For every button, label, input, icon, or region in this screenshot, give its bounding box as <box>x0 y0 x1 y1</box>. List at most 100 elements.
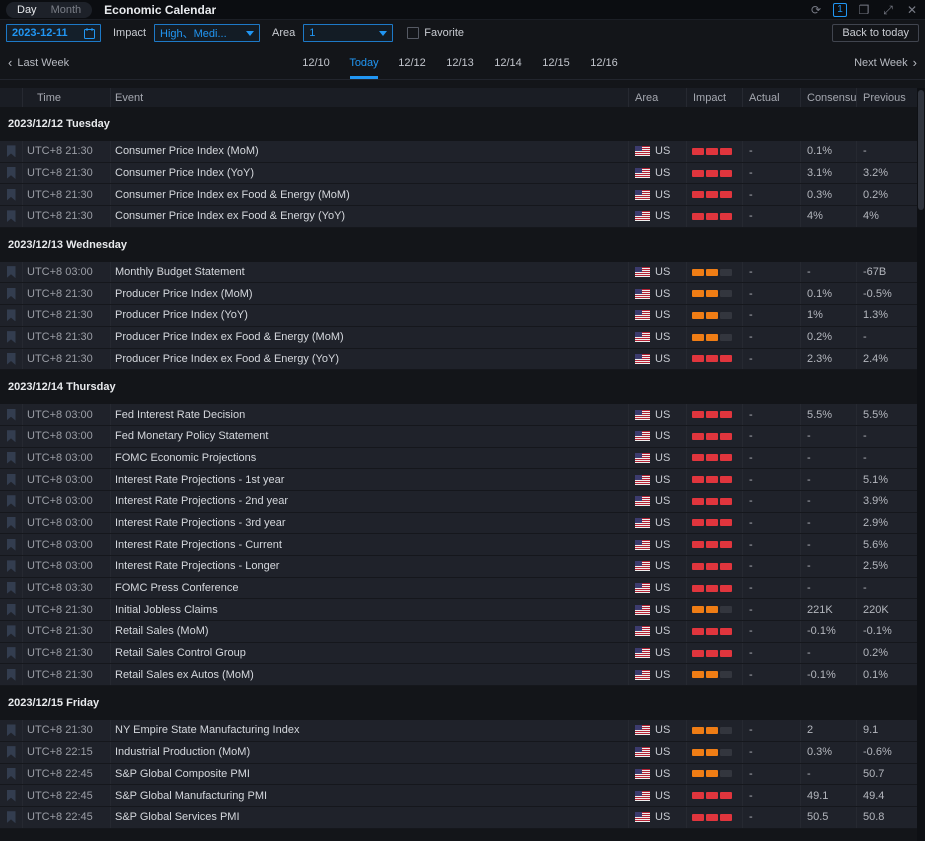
week-day-tab-today[interactable]: Today <box>340 46 388 79</box>
previous-value: 0.2% <box>856 184 917 206</box>
event-row: UTC+8 21:30 Producer Price Index (YoY) US -… <box>0 305 917 327</box>
impact-bar <box>720 606 732 614</box>
impact-indicator-high <box>686 206 742 227</box>
scrollbar-thumb[interactable] <box>918 90 924 210</box>
event-time: UTC+8 21:30 <box>22 599 110 621</box>
scrollbar-track[interactable] <box>917 88 925 841</box>
bookmark-icon[interactable] <box>6 331 16 344</box>
column-header-pin <box>0 88 22 107</box>
duplicate-icon[interactable]: ❐ <box>857 3 871 17</box>
impact-indicator-high <box>686 348 742 370</box>
impact-bar <box>692 748 704 756</box>
bookmark-icon[interactable] <box>6 767 16 780</box>
bookmark-icon[interactable] <box>6 625 16 638</box>
pin-cell <box>0 349 22 370</box>
impact-bar <box>692 519 704 527</box>
previous-value: 3.2% <box>856 162 917 184</box>
us-flag-icon <box>635 626 650 637</box>
week-day-tab-12-15[interactable]: 12/15 <box>532 46 580 79</box>
us-flag-icon <box>635 768 650 779</box>
event-area: US <box>628 741 686 763</box>
bookmark-icon[interactable] <box>6 352 16 365</box>
bookmark-icon[interactable] <box>6 167 16 180</box>
impact-bar <box>706 519 718 527</box>
event-name: Fed Interest Rate Decision <box>110 404 628 425</box>
event-time: UTC+8 03:00 <box>22 490 110 512</box>
event-row: UTC+8 03:00 Interest Rate Projections - 2… <box>0 490 917 513</box>
actual-value: - <box>742 763 800 785</box>
bookmark-icon[interactable] <box>6 746 16 759</box>
impact-indicator-high <box>686 141 742 162</box>
event-name: NY Empire State Manufacturing Index <box>110 720 628 741</box>
bookmark-icon[interactable] <box>6 668 16 681</box>
tab-day[interactable]: Day <box>10 2 44 18</box>
event-area: US <box>628 720 686 741</box>
event-area: US <box>628 141 686 162</box>
event-time: UTC+8 03:30 <box>22 577 110 599</box>
bookmark-icon[interactable] <box>6 516 16 529</box>
last-week-button[interactable]: ‹ Last Week <box>8 55 69 70</box>
favorite-filter[interactable]: Favorite <box>407 27 464 39</box>
bookmark-icon[interactable] <box>6 309 16 322</box>
refresh-icon[interactable]: ⟳ <box>809 3 823 17</box>
impact-indicator-high <box>686 447 742 469</box>
tab-count-badge[interactable]: 1 <box>833 2 847 17</box>
impact-bar <box>706 212 718 220</box>
expand-icon[interactable]: ⤢ <box>881 3 895 17</box>
bookmark-icon[interactable] <box>6 495 16 508</box>
area-filter-select[interactable]: 1 <box>303 24 394 42</box>
bookmark-icon[interactable] <box>6 145 16 158</box>
week-day-tab-12-16[interactable]: 12/16 <box>580 46 628 79</box>
bookmark-icon[interactable] <box>6 430 16 443</box>
impact-bar <box>706 432 718 440</box>
bookmark-icon[interactable] <box>6 582 16 595</box>
previous-value: 50.8 <box>856 806 917 828</box>
event-time: UTC+8 22:15 <box>22 741 110 763</box>
bookmark-icon[interactable] <box>6 266 16 279</box>
favorite-checkbox[interactable] <box>407 27 420 39</box>
date-picker-input[interactable]: 2023-12-11 <box>6 24 101 42</box>
us-flag-icon <box>635 310 650 321</box>
bookmark-icon[interactable] <box>6 210 16 223</box>
event-name: Retail Sales ex Autos (MoM) <box>110 664 628 686</box>
back-to-today-button[interactable]: Back to today <box>832 24 919 42</box>
event-time: UTC+8 21:30 <box>22 283 110 305</box>
bookmark-icon[interactable] <box>6 724 16 737</box>
bookmark-icon[interactable] <box>6 789 16 802</box>
previous-value: 0.2% <box>856 642 917 664</box>
impact-indicator-medium <box>686 664 742 686</box>
event-time: UTC+8 21:30 <box>22 305 110 326</box>
bookmark-icon[interactable] <box>6 603 16 616</box>
bookmark-icon[interactable] <box>6 473 16 486</box>
impact-bar <box>720 519 732 527</box>
bookmark-icon[interactable] <box>6 287 16 300</box>
bookmark-icon[interactable] <box>6 811 16 824</box>
event-time: UTC+8 21:30 <box>22 326 110 348</box>
impact-filter-select[interactable]: High、Medi... <box>154 24 261 42</box>
pin-cell <box>0 513 22 534</box>
bookmark-icon[interactable] <box>6 560 16 573</box>
bookmark-icon[interactable] <box>6 647 16 660</box>
bookmark-icon[interactable] <box>6 408 16 421</box>
impact-indicator-high <box>686 556 742 577</box>
close-icon[interactable]: ✕ <box>905 3 919 17</box>
area-filter-label: Area <box>272 27 296 39</box>
week-day-tab-12-10[interactable]: 12/10 <box>292 46 340 79</box>
bookmark-icon[interactable] <box>6 451 16 464</box>
impact-bar <box>706 770 718 778</box>
us-flag-icon <box>635 648 650 659</box>
consensus-value: - <box>800 577 856 599</box>
week-day-tab-12-13[interactable]: 12/13 <box>436 46 484 79</box>
bookmark-icon[interactable] <box>6 538 16 551</box>
column-header-actual: Actual <box>742 88 800 107</box>
event-time: UTC+8 21:30 <box>22 206 110 227</box>
tab-month[interactable]: Month <box>44 2 89 18</box>
event-row: UTC+8 21:30 Producer Price Index ex Food … <box>0 348 917 371</box>
week-day-tab-12-12[interactable]: 12/12 <box>388 46 436 79</box>
impact-bar <box>692 191 704 199</box>
week-day-tab-12-14[interactable]: 12/14 <box>484 46 532 79</box>
previous-value: 50.7 <box>856 763 917 785</box>
actual-value: - <box>742 534 800 555</box>
bookmark-icon[interactable] <box>6 188 16 201</box>
event-row: UTC+8 03:00 Interest Rate Projections - 3… <box>0 512 917 535</box>
